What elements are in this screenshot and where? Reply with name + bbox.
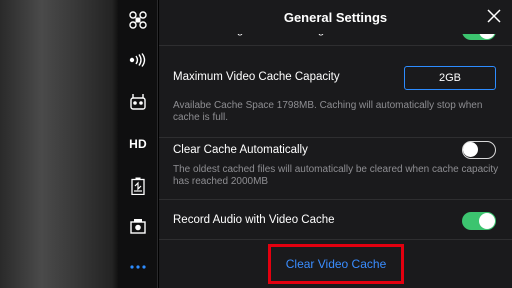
record-audio-row: Record Audio with Video Cache [159,200,512,240]
sidebar-item-camera[interactable] [118,210,158,242]
more-icon [130,265,146,269]
remote-controller-icon [130,94,146,110]
camera-icon [130,218,146,234]
max-cache-capacity-select[interactable]: 2GB [404,66,496,90]
record-audio-label: Record Audio with Video Cache [173,214,335,226]
close-icon[interactable] [486,8,502,24]
battery-icon [131,177,145,195]
panel-header: General Settings [159,0,512,34]
hd-label: HD [129,137,147,151]
drone-icon [129,11,147,29]
toggle-knob [463,142,478,157]
settings-sidebar: HD [118,0,158,288]
sidebar-item-hd[interactable]: HD [118,128,158,160]
record-audio-toggle[interactable] [462,212,496,230]
sidebar-item-remote[interactable] [118,86,158,118]
clear-video-cache-button[interactable]: Clear Video Cache [268,244,404,284]
max-cache-capacity-description: Availabe Cache Space 1798MB. Caching wil… [173,100,483,123]
toggle-knob [479,213,495,229]
sidebar-item-signal[interactable] [118,44,158,76]
signal-icon [129,53,147,67]
camera-live-view [0,0,118,288]
sidebar-item-more[interactable] [118,251,158,283]
clear-cache-auto-label: Clear Cache Automatically [173,144,308,156]
page-title: General Settings [283,9,388,25]
sidebar-item-battery[interactable] [118,170,158,202]
sidebar-item-aircraft[interactable] [118,4,158,36]
max-cache-capacity-row: Maximum Video Cache Capacity 2GB Availab… [159,46,512,138]
clear-cache-auto-row: Clear Cache Automatically The oldest cac… [159,138,512,200]
general-settings-panel: Cache During Video Shooting General Sett… [159,0,512,288]
max-cache-capacity-label: Maximum Video Cache Capacity [173,71,340,83]
clear-cache-auto-toggle[interactable] [462,141,496,159]
clear-cache-auto-description: The oldest cached files will automatical… [173,164,499,187]
